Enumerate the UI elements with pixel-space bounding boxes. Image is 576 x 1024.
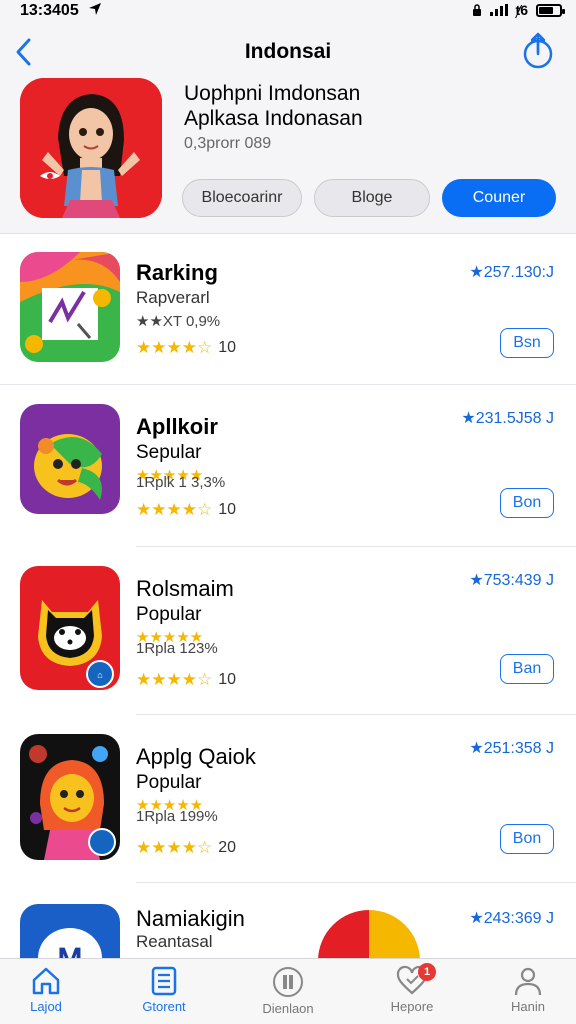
star-rating-icon: ★★★★☆ xyxy=(136,670,213,689)
list-item[interactable]: Rarking Rapverarl ★★XT 0,9% ★★★★☆ 10 ★25… xyxy=(0,238,576,408)
app-icon[interactable] xyxy=(20,404,120,514)
app-price: ★231.5J58 J xyxy=(461,410,554,427)
app-price: ★243:369 J xyxy=(469,910,554,927)
app-price: ★257.130:J xyxy=(469,264,554,281)
featured-title-line2: Aplkasa Indonasan xyxy=(184,107,363,130)
get-button[interactable]: Bsn xyxy=(500,328,554,358)
app-meta: 1Rplk 1 3,3% xyxy=(136,474,226,491)
featured-app-icon[interactable] xyxy=(20,78,162,218)
signal-icon xyxy=(489,4,508,16)
rating: ★★★★☆ 10 xyxy=(136,338,236,358)
app-subtitle: Popular xyxy=(136,772,202,793)
rating: ★★★★☆ 20 xyxy=(136,838,236,858)
divider xyxy=(0,384,576,385)
app-subtitle: Rapverarl xyxy=(136,288,210,307)
svg-text:⌂: ⌂ xyxy=(97,670,102,680)
rating: ★★★★☆ 10 xyxy=(136,500,236,520)
network-label: ⱦ6 xyxy=(515,2,528,18)
list-item[interactable]: Ɱ Namiakigin Reantasal ★243:369 J xyxy=(0,892,576,958)
rating-count: 10 xyxy=(218,671,236,688)
tab-label: Lajod xyxy=(30,999,62,1014)
tab-label: Hanin xyxy=(511,999,545,1014)
app-icon[interactable]: Ɱ xyxy=(20,904,120,958)
rating-count: 20 xyxy=(218,839,236,856)
list-item[interactable]: ⌂ Rolsmaim Popular ★★★★★ 1Rpla 123% ★★★★… xyxy=(0,554,576,724)
app-name: Namiakigin xyxy=(136,906,245,931)
home-icon xyxy=(32,967,60,995)
app-meta: 1Rpla 123% xyxy=(136,640,218,657)
app-subtitle: Reantasal xyxy=(136,932,213,951)
lock-rotation-icon xyxy=(472,4,481,16)
app-subtitle: Popular xyxy=(136,604,202,625)
status-right: ⱦ6 xyxy=(472,2,565,18)
get-button[interactable]: Bon xyxy=(500,488,554,518)
list-item[interactable]: Applg Qaiok Popular ★★★★★ 1Rpla 199% ★★★… xyxy=(0,722,576,892)
share-icon[interactable] xyxy=(522,32,554,70)
tab-label: Gtorent xyxy=(142,999,186,1014)
filter-button-2[interactable]: Bloge xyxy=(314,179,430,217)
get-button[interactable]: Ban xyxy=(500,654,554,684)
tab-label: Hepore xyxy=(390,999,434,1014)
promo-image xyxy=(318,910,420,958)
tab-content[interactable]: Gtorent xyxy=(114,965,214,1014)
get-button[interactable]: Bon xyxy=(500,824,554,854)
tab-label: Dienlaon xyxy=(262,1001,314,1016)
filter-button-1[interactable]: Bloecoarinr xyxy=(182,179,302,217)
app-price: ★251:358 J xyxy=(469,740,554,757)
app-name: Applg Qaiok xyxy=(136,744,256,769)
app-name: Apllkoir xyxy=(136,414,218,439)
app-icon[interactable]: ⌂ xyxy=(20,566,120,690)
library-icon xyxy=(273,967,303,997)
location-icon xyxy=(88,2,102,20)
app-meta: ★★XT 0,9% xyxy=(136,313,221,330)
star-rating-icon: ★★★★☆ xyxy=(136,500,213,519)
rating-count: 10 xyxy=(218,501,236,518)
primary-action-button[interactable]: Couner xyxy=(442,179,556,217)
list-icon xyxy=(151,966,177,996)
divider xyxy=(136,882,576,883)
status-bar: 13:3405 ⱦ6 xyxy=(0,0,576,22)
app-name: Rolsmaim xyxy=(136,576,234,601)
person-icon xyxy=(514,967,542,996)
tab-favorites[interactable]: Hepore 1 xyxy=(362,963,462,1014)
tab-profile[interactable]: Hanin xyxy=(478,965,576,1014)
rating-count: 10 xyxy=(218,339,236,356)
star-rating-icon: ★★★★☆ xyxy=(136,338,213,357)
app-icon[interactable] xyxy=(20,734,120,860)
featured-title-line1: Uophpni Imdonsan xyxy=(184,82,361,105)
list-item[interactable]: Apllkoir Sepular ★★★★★ 1Rplk 1 3,3% ★★★★… xyxy=(0,392,576,562)
divider xyxy=(136,714,576,715)
app-price: ★753:439 J xyxy=(469,572,554,589)
page-title: Indonsai xyxy=(244,40,332,63)
divider xyxy=(136,546,576,547)
app-meta: 1Rpla 199% xyxy=(136,808,218,825)
app-icon[interactable] xyxy=(20,252,120,362)
star-rating-icon: ★★★★☆ xyxy=(136,838,213,857)
app-subtitle: Sepular xyxy=(136,442,202,463)
battery-icon xyxy=(536,3,565,17)
tab-bar: Lajod Gtorent Dienlaon Hepore 1 Hanin xyxy=(0,958,576,1024)
featured-subtitle: 0,3prorr 089 xyxy=(184,135,272,152)
app-header: Indonsai Uophpni Imdonsan Aplkasa Indona… xyxy=(0,22,576,234)
notification-badge: 1 xyxy=(418,963,436,981)
rating: ★★★★☆ 10 xyxy=(136,670,236,690)
tab-download[interactable]: Dienlaon xyxy=(238,965,338,1016)
tab-today[interactable]: Lajod xyxy=(0,965,96,1014)
svg-text:Ɱ: Ɱ xyxy=(57,944,83,958)
status-time: 13:3405 xyxy=(20,2,79,19)
app-name: Rarking xyxy=(136,260,218,285)
